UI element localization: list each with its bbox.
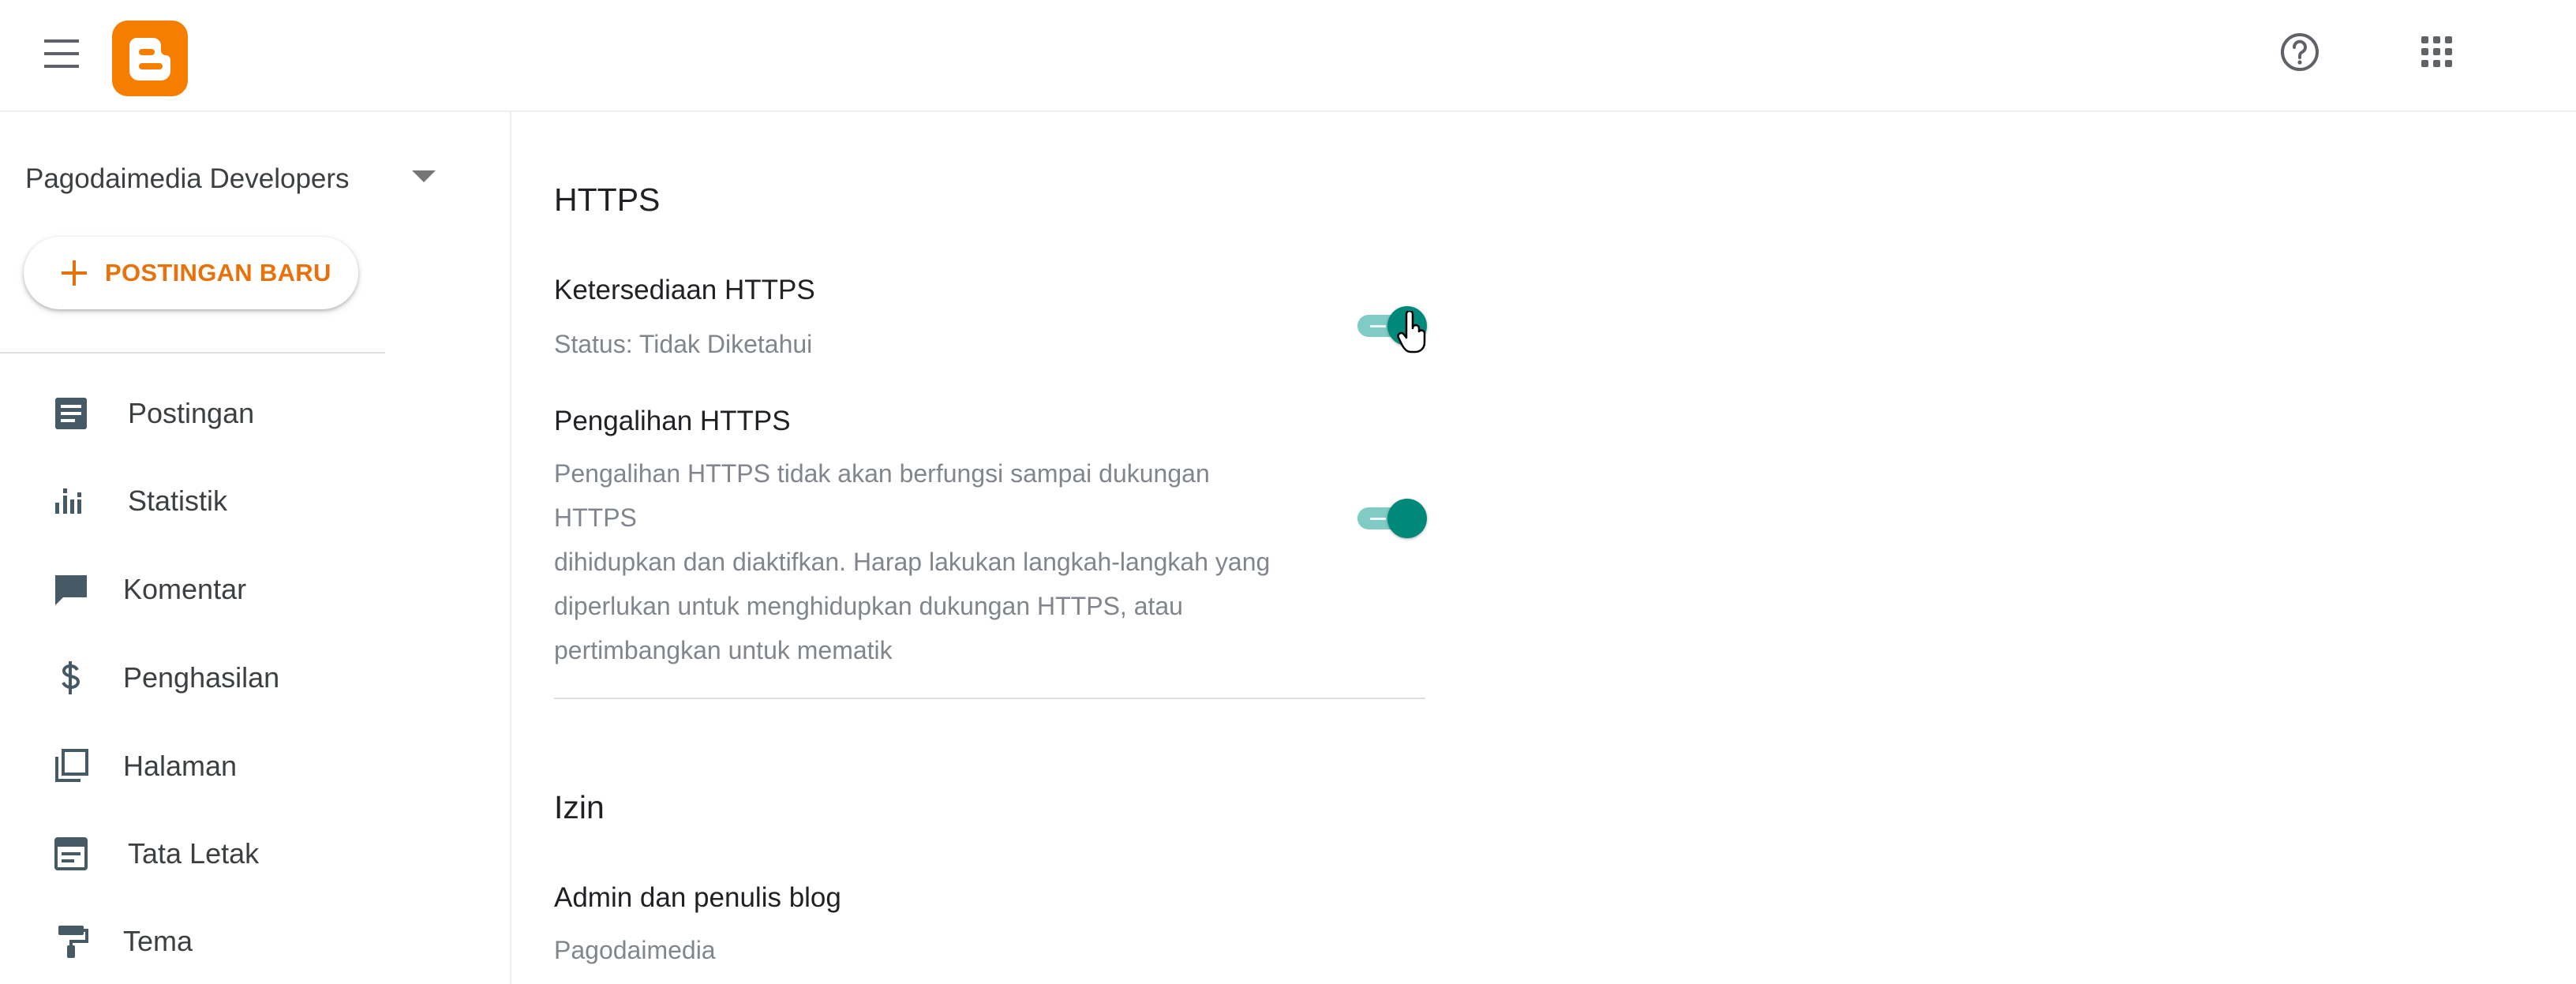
sidebar-item-label: Tata Letak [128, 837, 260, 870]
sidebar-item-penghasilan[interactable]: Penghasilan [0, 642, 442, 713]
sidebar-item-label: Postingan [128, 397, 255, 429]
blog-admins-title[interactable]: Admin dan penulis blog [554, 882, 841, 914]
top-app-bar [0, 0, 2576, 112]
toggle-knob [1387, 499, 1427, 538]
sidebar-item-tema[interactable]: Tema [0, 906, 442, 977]
https-redirect-title: Pengalihan HTTPS [554, 406, 791, 436]
blog-selector[interactable]: Pagodaimedia Developers [25, 152, 436, 207]
sidebar-divider [0, 352, 385, 354]
dropdown-caret-icon [412, 170, 436, 182]
description-line: diperlukan untuk menghidupkan dukungan H… [554, 592, 1183, 620]
sidebar-item-label: Tema [123, 925, 193, 957]
settings-content: HTTPS Ketersediaan HTTPS Status: Tidak D… [511, 112, 2576, 984]
sidebar-item-label: Halaman [123, 750, 238, 782]
sidebar-item-halaman[interactable]: Halaman [0, 731, 442, 802]
section-divider [554, 698, 1425, 699]
toggle-line [1370, 518, 1386, 520]
sidebar: Pagodaimedia Developers POSTINGAN BARU P… [0, 112, 511, 984]
comment-icon [55, 575, 87, 605]
sidebar-item-statistik[interactable]: Statistik [0, 466, 442, 537]
blog-name: Pagodaimedia Developers [25, 163, 350, 194]
new-post-button[interactable]: POSTINGAN BARU [24, 237, 358, 309]
layout-icon [54, 837, 88, 870]
https-availability-status: Status: Tidak Diketahui [554, 330, 813, 358]
sidebar-item-tata-letak[interactable]: Tata Letak [0, 818, 442, 889]
https-redirect-description: Pengalihan HTTPS tidak akan berfungsi sa… [554, 451, 1280, 672]
plus-icon [62, 260, 87, 286]
posts-icon [55, 398, 87, 429]
description-line: pertimbangkan untuk mematik [554, 636, 893, 664]
section-title-https: HTTPS [554, 181, 661, 218]
dollar-icon [62, 661, 80, 694]
sidebar-item-postingan[interactable]: Postingan [0, 378, 442, 449]
sidebar-item-label: Penghasilan [123, 661, 280, 694]
pages-icon [55, 749, 88, 782]
sidebar-item-komentar[interactable]: Komentar [0, 554, 442, 625]
toggle-line [1370, 325, 1386, 327]
https-availability-toggle[interactable] [1356, 306, 1427, 346]
hamburger-menu-icon[interactable] [38, 33, 85, 74]
description-line: Pengalihan HTTPS tidak akan berfungsi sa… [554, 459, 1210, 532]
help-circle-icon[interactable] [2278, 30, 2322, 74]
https-availability-title: Ketersediaan HTTPS [554, 275, 815, 305]
blog-admins-value: Pagodaimedia [554, 936, 716, 964]
paint-roller-icon [58, 926, 88, 958]
https-redirect-toggle[interactable] [1356, 499, 1427, 538]
sidebar-item-label: Komentar [123, 573, 247, 605]
new-post-label: POSTINGAN BARU [105, 259, 331, 286]
blogger-logo-icon[interactable] [112, 21, 188, 96]
sidebar-item-label: Statistik [128, 485, 228, 517]
description-line: dihidupkan dan diaktifkan. Harap lakukan… [554, 548, 1271, 576]
section-title-izin: Izin [554, 789, 605, 825]
toggle-knob [1387, 306, 1427, 346]
stats-icon [55, 488, 81, 514]
apps-grid-icon[interactable] [2420, 35, 2454, 69]
